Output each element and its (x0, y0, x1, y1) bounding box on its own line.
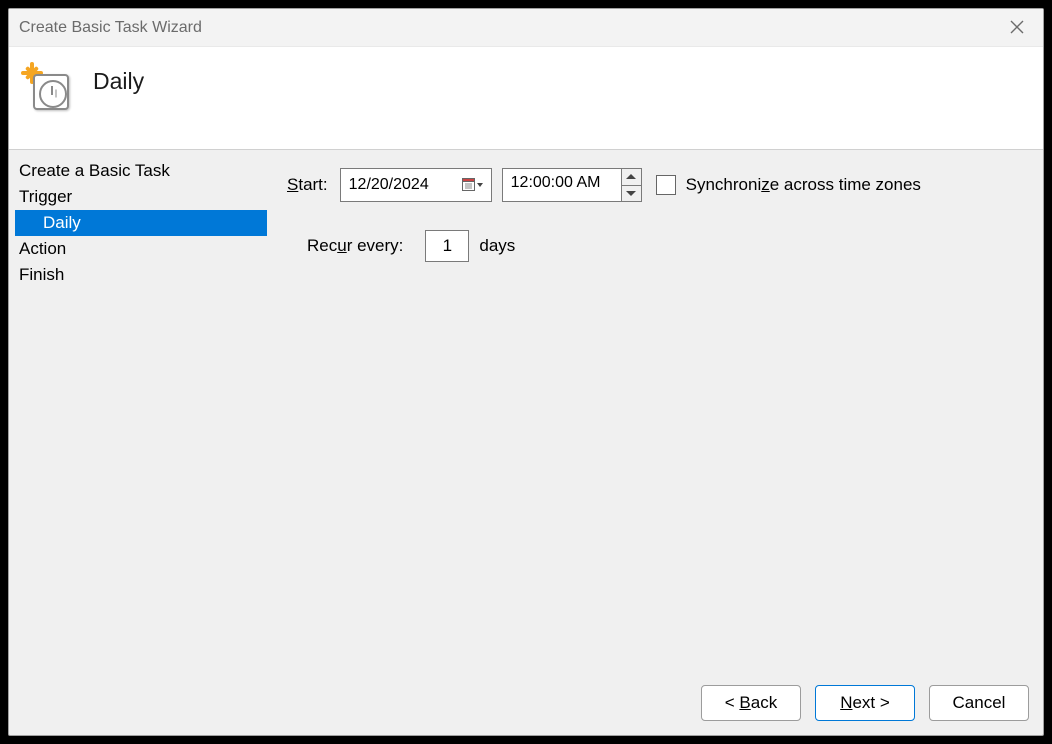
wizard-footer: < Back Next > Cancel (9, 671, 1043, 735)
wizard-content: Start: 12/20/2024 (269, 150, 1043, 671)
date-picker-dropdown-button[interactable] (459, 172, 487, 198)
chevron-up-icon (626, 174, 636, 179)
recur-days-input[interactable] (425, 230, 469, 262)
sidebar-item-label: Action (19, 239, 66, 258)
back-button[interactable]: < Back (701, 685, 801, 721)
chevron-down-icon (626, 191, 636, 196)
recur-unit-label: days (479, 236, 515, 256)
wizard-window: Create Basic Task Wizard Daily Create a … (8, 8, 1044, 736)
sync-timezones-label: Synchronize across time zones (686, 175, 921, 195)
sidebar-item-finish[interactable]: Finish (9, 262, 269, 288)
wizard-sidebar: Create a Basic Task Trigger Daily Action… (9, 150, 269, 671)
time-spin-down-button[interactable] (622, 186, 641, 202)
calendar-dropdown-icon (462, 176, 484, 194)
wizard-body: Create a Basic Task Trigger Daily Action… (9, 150, 1043, 671)
sidebar-item-label: Finish (19, 265, 64, 284)
time-spinner-buttons (621, 169, 641, 201)
start-date-picker[interactable]: 12/20/2024 (340, 168, 492, 202)
start-row: Start: 12/20/2024 (287, 168, 1031, 202)
wizard-step-title: Daily (93, 68, 144, 95)
sidebar-item-label: Create a Basic Task (19, 161, 170, 180)
window-title: Create Basic Task Wizard (19, 19, 202, 37)
start-label: Start: (287, 175, 328, 195)
recur-label: Recur every: (307, 236, 403, 256)
wizard-header-icon (21, 62, 69, 110)
sidebar-item-trigger[interactable]: Trigger (9, 184, 269, 210)
time-spin-up-button[interactable] (622, 169, 641, 186)
start-time-value: 12:00:00 AM (503, 169, 621, 201)
cancel-button[interactable]: Cancel (929, 685, 1029, 721)
sidebar-item-label: Daily (43, 213, 81, 232)
sync-timezones-checkbox[interactable] (656, 175, 676, 195)
recur-row: Recur every: days (307, 230, 1031, 262)
sidebar-item-create-basic-task[interactable]: Create a Basic Task (9, 158, 269, 184)
window-close-button[interactable] (1001, 12, 1033, 44)
sidebar-item-action[interactable]: Action (9, 236, 269, 262)
titlebar: Create Basic Task Wizard (9, 9, 1043, 47)
start-date-value: 12/20/2024 (349, 176, 459, 194)
clock-icon (33, 74, 69, 110)
sidebar-item-label: Trigger (19, 187, 72, 206)
close-icon (1010, 20, 1024, 34)
start-time-spinner[interactable]: 12:00:00 AM (502, 168, 642, 202)
next-button[interactable]: Next > (815, 685, 915, 721)
wizard-header: Daily (9, 47, 1043, 150)
sidebar-item-daily[interactable]: Daily (15, 210, 267, 236)
